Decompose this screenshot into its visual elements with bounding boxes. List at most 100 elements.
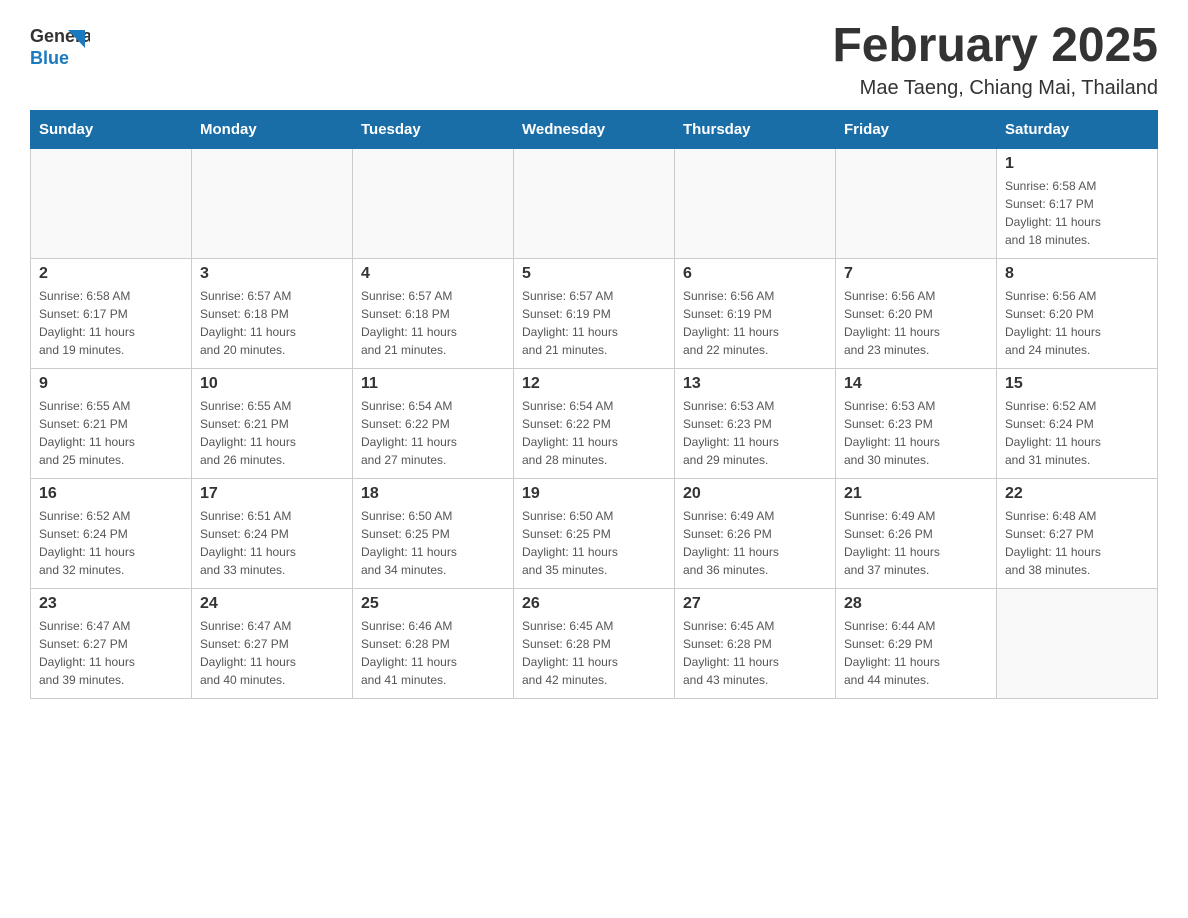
col-tuesday: Tuesday bbox=[353, 110, 514, 148]
calendar-cell bbox=[514, 148, 675, 258]
day-number: 7 bbox=[844, 265, 988, 283]
calendar-cell bbox=[997, 588, 1158, 698]
day-number: 27 bbox=[683, 595, 827, 613]
calendar-week-2: 2 Sunrise: 6:58 AMSunset: 6:17 PMDaylight… bbox=[31, 258, 1158, 368]
day-info: Sunrise: 6:52 AMSunset: 6:24 PMDaylight:… bbox=[1005, 397, 1149, 469]
day-number: 14 bbox=[844, 375, 988, 393]
day-number: 12 bbox=[522, 375, 666, 393]
day-number: 3 bbox=[200, 265, 344, 283]
day-info: Sunrise: 6:46 AMSunset: 6:28 PMDaylight:… bbox=[361, 617, 505, 689]
day-number: 16 bbox=[39, 485, 183, 503]
calendar-cell: 20 Sunrise: 6:49 AMSunset: 6:26 PMDayligh… bbox=[675, 478, 836, 588]
day-number: 6 bbox=[683, 265, 827, 283]
calendar-cell: 16 Sunrise: 6:52 AMSunset: 6:24 PMDayligh… bbox=[31, 478, 192, 588]
day-info: Sunrise: 6:58 AMSunset: 6:17 PMDaylight:… bbox=[39, 287, 183, 359]
col-saturday: Saturday bbox=[997, 110, 1158, 148]
day-number: 5 bbox=[522, 265, 666, 283]
calendar-cell: 15Sunrise: 6:52 AMSunset: 6:24 PMDayligh… bbox=[997, 368, 1158, 478]
day-number: 13 bbox=[683, 375, 827, 393]
day-info: Sunrise: 6:57 AMSunset: 6:19 PMDaylight:… bbox=[522, 287, 666, 359]
calendar-week-3: 9 Sunrise: 6:55 AMSunset: 6:21 PMDaylight… bbox=[31, 368, 1158, 478]
calendar-cell bbox=[31, 148, 192, 258]
day-info: Sunrise: 6:56 AMSunset: 6:20 PMDaylight:… bbox=[844, 287, 988, 359]
day-info: Sunrise: 6:47 AMSunset: 6:27 PMDaylight:… bbox=[200, 617, 344, 689]
day-number: 17 bbox=[200, 485, 344, 503]
calendar-cell: 22 Sunrise: 6:48 AMSunset: 6:27 PMDayligh… bbox=[997, 478, 1158, 588]
day-info: Sunrise: 6:49 AMSunset: 6:26 PMDaylight:… bbox=[683, 507, 827, 579]
calendar-cell: 7 Sunrise: 6:56 AMSunset: 6:20 PMDaylight… bbox=[836, 258, 997, 368]
svg-text:Blue: Blue bbox=[30, 48, 69, 68]
day-info: Sunrise: 6:54 AMSunset: 6:22 PMDaylight:… bbox=[522, 397, 666, 469]
day-info: Sunrise: 6:57 AMSunset: 6:18 PMDaylight:… bbox=[361, 287, 505, 359]
col-sunday: Sunday bbox=[31, 110, 192, 148]
calendar-cell: 3 Sunrise: 6:57 AMSunset: 6:18 PMDaylight… bbox=[192, 258, 353, 368]
day-number: 18 bbox=[361, 485, 505, 503]
day-info: Sunrise: 6:44 AMSunset: 6:29 PMDaylight:… bbox=[844, 617, 988, 689]
day-number: 28 bbox=[844, 595, 988, 613]
calendar-cell: 5 Sunrise: 6:57 AMSunset: 6:19 PMDaylight… bbox=[514, 258, 675, 368]
calendar-cell: 9 Sunrise: 6:55 AMSunset: 6:21 PMDaylight… bbox=[31, 368, 192, 478]
day-info: Sunrise: 6:54 AMSunset: 6:22 PMDaylight:… bbox=[361, 397, 505, 469]
calendar-cell: 6 Sunrise: 6:56 AMSunset: 6:19 PMDaylight… bbox=[675, 258, 836, 368]
calendar-cell bbox=[836, 148, 997, 258]
calendar-cell: 13 Sunrise: 6:53 AMSunset: 6:23 PMDayligh… bbox=[675, 368, 836, 478]
page-header: General Blue February 2025 Mae Taeng, Ch… bbox=[30, 20, 1158, 100]
calendar-cell: 27 Sunrise: 6:45 AMSunset: 6:28 PMDayligh… bbox=[675, 588, 836, 698]
day-number: 25 bbox=[361, 595, 505, 613]
calendar-table: Sunday Monday Tuesday Wednesday Thursday… bbox=[30, 110, 1158, 699]
col-monday: Monday bbox=[192, 110, 353, 148]
calendar-cell bbox=[353, 148, 514, 258]
calendar-subtitle: Mae Taeng, Chiang Mai, Thailand bbox=[832, 77, 1158, 100]
calendar-cell: 17Sunrise: 6:51 AMSunset: 6:24 PMDayligh… bbox=[192, 478, 353, 588]
day-info: Sunrise: 6:58 AMSunset: 6:17 PMDaylight:… bbox=[1005, 177, 1149, 249]
calendar-cell: 1 Sunrise: 6:58 AMSunset: 6:17 PMDaylight… bbox=[997, 148, 1158, 258]
col-friday: Friday bbox=[836, 110, 997, 148]
calendar-cell bbox=[675, 148, 836, 258]
day-number: 11 bbox=[361, 375, 505, 393]
day-info: Sunrise: 6:50 AMSunset: 6:25 PMDaylight:… bbox=[361, 507, 505, 579]
day-info: Sunrise: 6:45 AMSunset: 6:28 PMDaylight:… bbox=[522, 617, 666, 689]
calendar-cell: 11 Sunrise: 6:54 AMSunset: 6:22 PMDayligh… bbox=[353, 368, 514, 478]
day-info: Sunrise: 6:56 AMSunset: 6:20 PMDaylight:… bbox=[1005, 287, 1149, 359]
day-info: Sunrise: 6:45 AMSunset: 6:28 PMDaylight:… bbox=[683, 617, 827, 689]
calendar-cell: 28 Sunrise: 6:44 AMSunset: 6:29 PMDayligh… bbox=[836, 588, 997, 698]
day-number: 10 bbox=[200, 375, 344, 393]
day-number: 1 bbox=[1005, 155, 1149, 173]
day-number: 26 bbox=[522, 595, 666, 613]
day-info: Sunrise: 6:55 AMSunset: 6:21 PMDaylight:… bbox=[39, 397, 183, 469]
calendar-cell: 8 Sunrise: 6:56 AMSunset: 6:20 PMDaylight… bbox=[997, 258, 1158, 368]
day-info: Sunrise: 6:50 AMSunset: 6:25 PMDaylight:… bbox=[522, 507, 666, 579]
title-section: February 2025 Mae Taeng, Chiang Mai, Tha… bbox=[832, 20, 1158, 100]
day-number: 8 bbox=[1005, 265, 1149, 283]
calendar-cell: 24 Sunrise: 6:47 AMSunset: 6:27 PMDayligh… bbox=[192, 588, 353, 698]
col-wednesday: Wednesday bbox=[514, 110, 675, 148]
calendar-cell: 14 Sunrise: 6:53 AMSunset: 6:23 PMDayligh… bbox=[836, 368, 997, 478]
calendar-title: February 2025 bbox=[832, 20, 1158, 73]
day-info: Sunrise: 6:56 AMSunset: 6:19 PMDaylight:… bbox=[683, 287, 827, 359]
day-number: 22 bbox=[1005, 485, 1149, 503]
day-info: Sunrise: 6:57 AMSunset: 6:18 PMDaylight:… bbox=[200, 287, 344, 359]
calendar-cell: 26 Sunrise: 6:45 AMSunset: 6:28 PMDayligh… bbox=[514, 588, 675, 698]
calendar-header-row: Sunday Monday Tuesday Wednesday Thursday… bbox=[31, 110, 1158, 148]
col-thursday: Thursday bbox=[675, 110, 836, 148]
calendar-week-1: 1 Sunrise: 6:58 AMSunset: 6:17 PMDaylight… bbox=[31, 148, 1158, 258]
day-number: 2 bbox=[39, 265, 183, 283]
day-info: Sunrise: 6:53 AMSunset: 6:23 PMDaylight:… bbox=[683, 397, 827, 469]
day-info: Sunrise: 6:52 AMSunset: 6:24 PMDaylight:… bbox=[39, 507, 183, 579]
day-number: 24 bbox=[200, 595, 344, 613]
calendar-cell: 23Sunrise: 6:47 AMSunset: 6:27 PMDayligh… bbox=[31, 588, 192, 698]
logo: General Blue bbox=[30, 20, 90, 75]
calendar-cell: 19Sunrise: 6:50 AMSunset: 6:25 PMDayligh… bbox=[514, 478, 675, 588]
calendar-week-5: 23Sunrise: 6:47 AMSunset: 6:27 PMDayligh… bbox=[31, 588, 1158, 698]
calendar-cell bbox=[192, 148, 353, 258]
day-number: 20 bbox=[683, 485, 827, 503]
logo-image: General Blue bbox=[30, 20, 90, 75]
day-info: Sunrise: 6:53 AMSunset: 6:23 PMDaylight:… bbox=[844, 397, 988, 469]
day-info: Sunrise: 6:47 AMSunset: 6:27 PMDaylight:… bbox=[39, 617, 183, 689]
day-info: Sunrise: 6:49 AMSunset: 6:26 PMDaylight:… bbox=[844, 507, 988, 579]
calendar-week-4: 16 Sunrise: 6:52 AMSunset: 6:24 PMDayligh… bbox=[31, 478, 1158, 588]
day-info: Sunrise: 6:48 AMSunset: 6:27 PMDaylight:… bbox=[1005, 507, 1149, 579]
day-number: 9 bbox=[39, 375, 183, 393]
day-number: 21 bbox=[844, 485, 988, 503]
calendar-cell: 12 Sunrise: 6:54 AMSunset: 6:22 PMDayligh… bbox=[514, 368, 675, 478]
